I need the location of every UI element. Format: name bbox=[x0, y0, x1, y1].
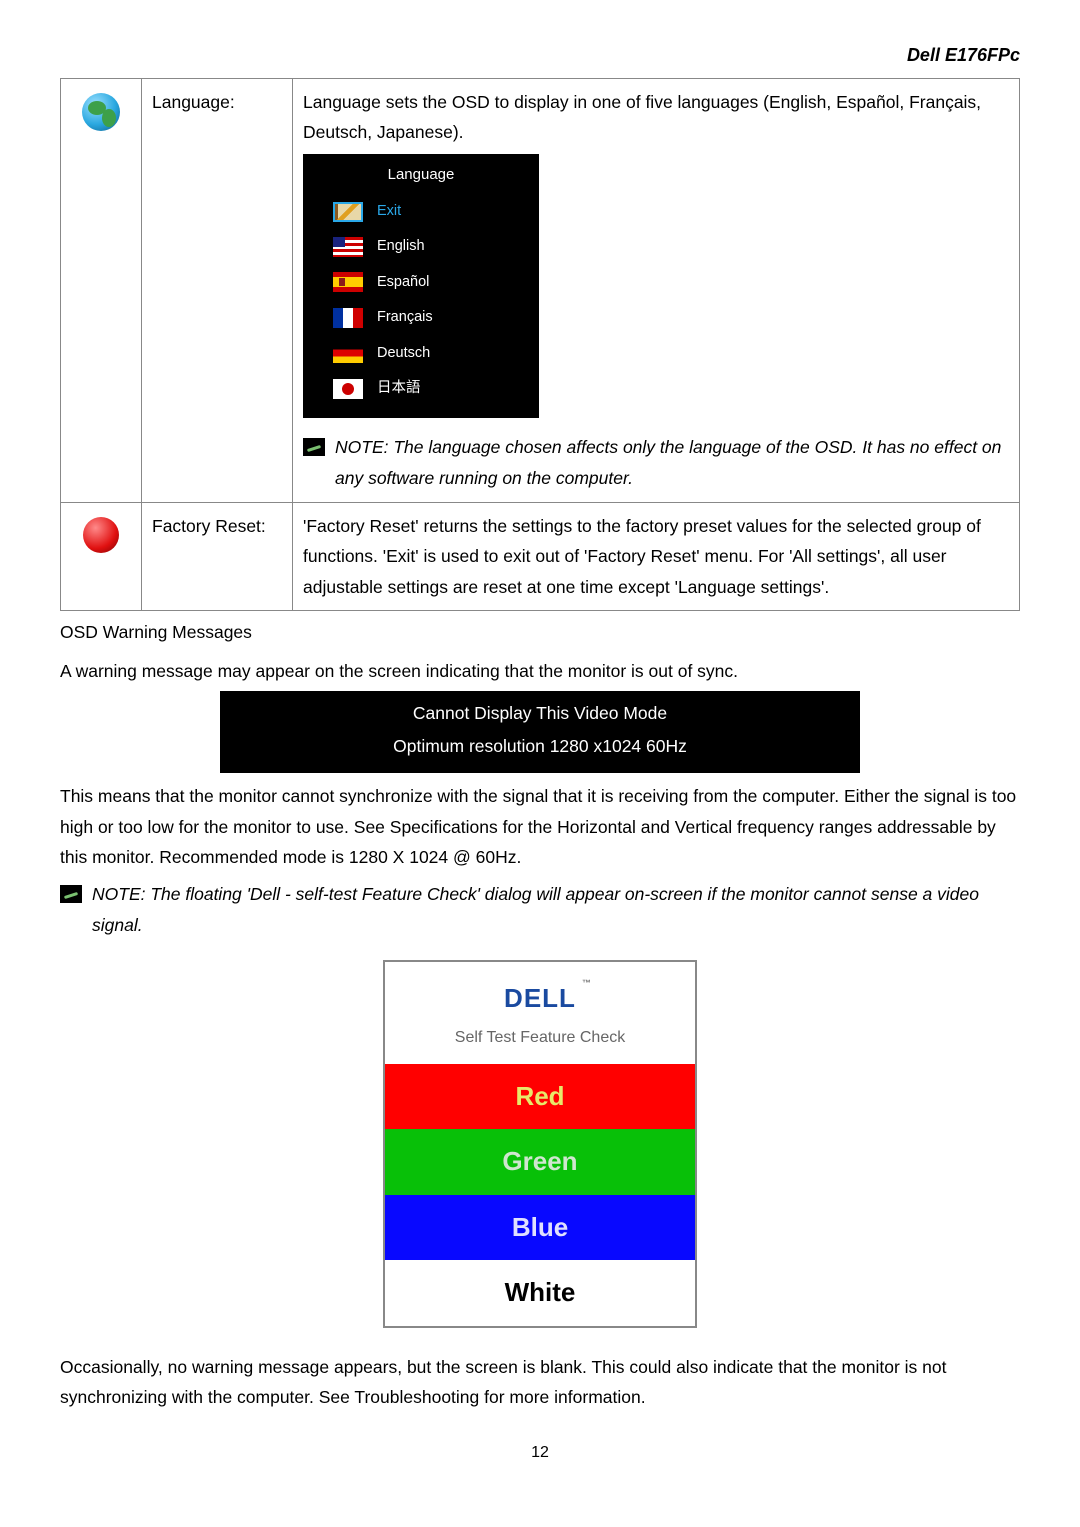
table-row: Factory Reset: 'Factory Reset' returns t… bbox=[61, 502, 1020, 611]
self-test-red-bar: Red bbox=[385, 1064, 695, 1130]
warning-line-1: Cannot Display This Video Mode bbox=[220, 697, 860, 730]
table-row: Language: Language sets the OSD to displ… bbox=[61, 78, 1020, 502]
language-option-espanol[interactable]: Español bbox=[311, 265, 531, 300]
note-block: NOTE: The language chosen affects only t… bbox=[303, 432, 1009, 493]
dell-logo-text: DELL bbox=[504, 983, 576, 1013]
de-flag-icon bbox=[333, 343, 363, 363]
warning-line-2: Optimum resolution 1280 x1024 60Hz bbox=[220, 730, 860, 763]
language-option-japanese[interactable]: 日本語 bbox=[311, 371, 531, 406]
language-option-label: Exit bbox=[377, 199, 401, 224]
language-option-label: 日本語 bbox=[377, 376, 421, 401]
language-option-francais[interactable]: Français bbox=[311, 300, 531, 335]
self-test-green-bar: Green bbox=[385, 1129, 695, 1195]
self-test-subtitle: Self Test Feature Check bbox=[385, 1024, 695, 1052]
row-label: Factory Reset: bbox=[142, 502, 293, 611]
self-test-header: DELL™ Self Test Feature Check bbox=[385, 962, 695, 1064]
self-test-blue-bar: Blue bbox=[385, 1195, 695, 1261]
row-description: 'Factory Reset' returns the settings to … bbox=[293, 502, 1020, 611]
row-description-cell: Language sets the OSD to display in one … bbox=[293, 78, 1020, 502]
row-icon-cell bbox=[61, 502, 142, 611]
row-icon-cell bbox=[61, 78, 142, 502]
page-number: 12 bbox=[60, 1439, 1020, 1467]
exit-icon bbox=[333, 202, 363, 222]
language-panel-title: Language bbox=[311, 162, 531, 188]
self-test-dialog: DELL™ Self Test Feature Check Red Green … bbox=[383, 960, 697, 1328]
globe-icon bbox=[82, 93, 120, 131]
language-option-deutsch[interactable]: Deutsch bbox=[311, 336, 531, 371]
fr-flag-icon bbox=[333, 308, 363, 328]
trademark-symbol: ™ bbox=[582, 976, 592, 992]
osd-warnings-intro: A warning message may appear on the scre… bbox=[60, 656, 1020, 687]
osd-warnings-explain: This means that the monitor cannot synch… bbox=[60, 781, 1020, 873]
note-block: NOTE: The floating 'Dell - self-test Fea… bbox=[60, 879, 1020, 940]
row-description: Language sets the OSD to display in one … bbox=[303, 87, 1009, 148]
dell-logo: DELL™ bbox=[504, 976, 576, 1022]
language-option-english[interactable]: English bbox=[311, 229, 531, 264]
document-title: Dell E176FPc bbox=[60, 40, 1020, 72]
red-dot-icon bbox=[83, 517, 119, 553]
note-icon bbox=[60, 885, 82, 903]
language-option-label: English bbox=[377, 234, 425, 259]
osd-settings-table: Language: Language sets the OSD to displ… bbox=[60, 78, 1020, 612]
note-text: NOTE: The language chosen affects only t… bbox=[335, 432, 1009, 493]
footer-paragraph: Occasionally, no warning message appears… bbox=[60, 1352, 1020, 1413]
language-option-label: Français bbox=[377, 305, 433, 330]
language-osd-panel: Language Exit English Español bbox=[303, 154, 539, 419]
us-flag-icon bbox=[333, 237, 363, 257]
note-text: NOTE: The floating 'Dell - self-test Fea… bbox=[92, 879, 1020, 940]
osd-warnings-heading: OSD Warning Messages bbox=[60, 617, 1020, 648]
language-option-label: Español bbox=[377, 270, 429, 295]
es-flag-icon bbox=[333, 272, 363, 292]
warning-message-box: Cannot Display This Video Mode Optimum r… bbox=[220, 691, 860, 774]
row-label: Language: bbox=[142, 78, 293, 502]
self-test-white-bar: White bbox=[385, 1260, 695, 1326]
language-option-label: Deutsch bbox=[377, 341, 430, 366]
jp-flag-icon bbox=[333, 379, 363, 399]
page: Dell E176FPc Language: Language sets the… bbox=[0, 0, 1080, 1507]
language-option-exit[interactable]: Exit bbox=[311, 194, 531, 229]
note-icon bbox=[303, 438, 325, 456]
